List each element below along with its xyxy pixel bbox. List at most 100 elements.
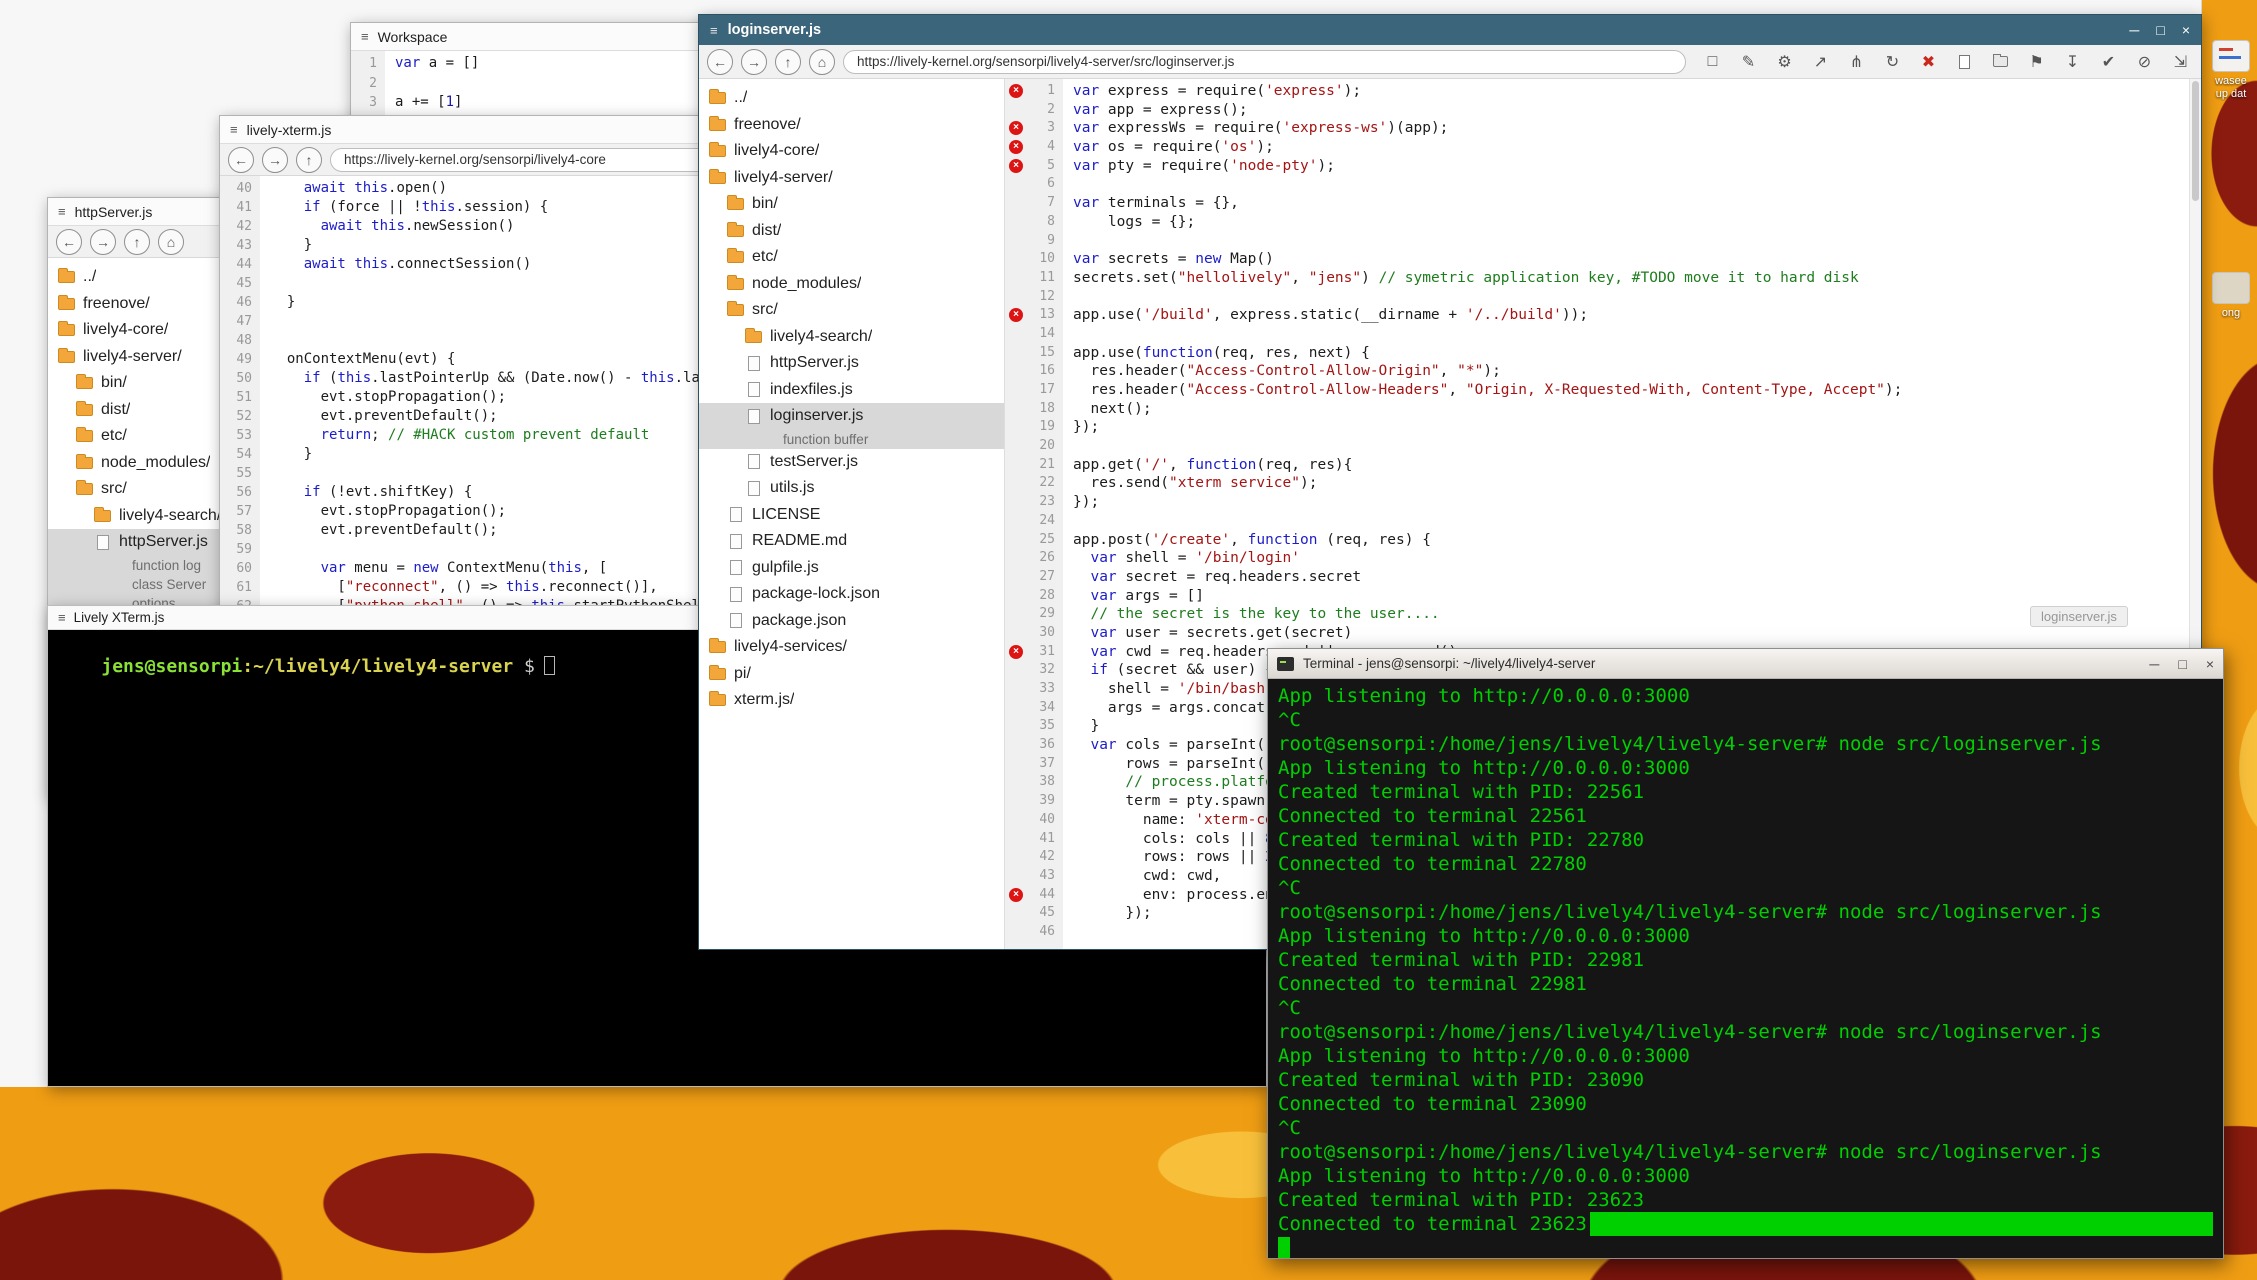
code-line[interactable]: app.use(function(req, res, next) {: [1073, 344, 2189, 363]
forward-button[interactable]: →: [90, 229, 116, 255]
up-button[interactable]: ↑: [124, 229, 150, 255]
menu-icon[interactable]: ≡: [230, 122, 238, 137]
forward-button[interactable]: →: [262, 147, 288, 173]
back-button[interactable]: ←: [56, 229, 82, 255]
code-line[interactable]: res.header("Access-Control-Allow-Headers…: [1073, 381, 2189, 400]
open-external-icon[interactable]: ↗: [1808, 49, 1833, 74]
minimize-button[interactable]: ─: [2129, 22, 2139, 38]
folder-icon[interactable]: [1988, 49, 2013, 74]
code-line[interactable]: secrets.set("hellolively", "jens") // sy…: [1073, 269, 2189, 288]
code-line[interactable]: // the secret is the key to the user....: [1073, 605, 2189, 624]
tree-item-utils.js[interactable]: utils.js: [699, 475, 1004, 502]
code-line[interactable]: [1073, 512, 2189, 531]
code-line[interactable]: res.header("Access-Control-Allow-Origin"…: [1073, 362, 2189, 381]
tree-item-etc[interactable]: etc/: [699, 244, 1004, 271]
code-line[interactable]: var app = express();: [1073, 101, 2189, 120]
code-line[interactable]: logs = {};: [1073, 213, 2189, 232]
save-icon[interactable]: ↧: [2060, 49, 2085, 74]
terminal-titlebar[interactable]: Terminal - jens@sensorpi: ~/lively4/live…: [1268, 649, 2223, 679]
tree-item-loginserver.js[interactable]: loginserver.js: [699, 403, 1004, 430]
code-line[interactable]: [1073, 232, 2189, 251]
desktop-icon-2[interactable]: ong: [2204, 272, 2257, 320]
code-line[interactable]: var os = require('os');: [1073, 138, 2189, 157]
up-button[interactable]: ↑: [775, 49, 801, 75]
tree-item-package.json[interactable]: package.json: [699, 608, 1004, 635]
tree-item-README.md[interactable]: README.md: [699, 528, 1004, 555]
tree-item-testServer.js[interactable]: testServer.js: [699, 449, 1004, 476]
sync-icon[interactable]: ↻: [1880, 49, 1905, 74]
flag-icon[interactable]: ⚑: [2024, 49, 2049, 74]
code-line[interactable]: [1073, 437, 2189, 456]
tree-item-label: freenove/: [83, 295, 150, 313]
code-line[interactable]: app.get('/', function(req, res){: [1073, 456, 2189, 475]
tree-item-xterm.js[interactable]: xterm.js/: [699, 687, 1004, 714]
code-line[interactable]: var secrets = new Map(): [1073, 250, 2189, 269]
code-line[interactable]: var shell = '/bin/login': [1073, 549, 2189, 568]
tree-subitem[interactable]: function buffer: [699, 430, 1004, 449]
tree-item-indexfiles.js[interactable]: indexfiles.js: [699, 377, 1004, 404]
up-button[interactable]: ↑: [296, 147, 322, 173]
trash-icon[interactable]: ✖: [1916, 49, 1941, 74]
tree-item-lively4-core[interactable]: lively4-core/: [699, 138, 1004, 165]
new-file-icon[interactable]: [1952, 49, 1977, 74]
code-line[interactable]: app.use('/build', express.static(__dirna…: [1073, 306, 2189, 325]
code-line[interactable]: res.send("xterm service");: [1073, 474, 2189, 493]
tree-item-lively4-services[interactable]: lively4-services/: [699, 634, 1004, 661]
terminal-output[interactable]: App listening to http://0.0.0.0:3000^Cro…: [1268, 679, 2223, 1258]
back-button[interactable]: ←: [707, 49, 733, 75]
menu-icon[interactable]: ≡: [361, 29, 369, 44]
code-line[interactable]: next();: [1073, 400, 2189, 419]
code-line[interactable]: });: [1073, 418, 2189, 437]
code-line[interactable]: var terminals = {},: [1073, 194, 2189, 213]
home-button[interactable]: ⌂: [158, 229, 184, 255]
gears-icon[interactable]: ⚙: [1772, 49, 1797, 74]
line-number: ×5: [1005, 157, 1063, 176]
home-button[interactable]: ⌂: [809, 49, 835, 75]
tree-item-node_modules[interactable]: node_modules/: [699, 271, 1004, 298]
tree-item-LICENSE[interactable]: LICENSE: [699, 502, 1004, 529]
menu-icon[interactable]: ≡: [58, 610, 66, 625]
code-line[interactable]: [1073, 288, 2189, 307]
code-line[interactable]: var args = []: [1073, 587, 2189, 606]
sitemap-icon[interactable]: ⋔: [1844, 49, 1869, 74]
menu-icon[interactable]: ≡: [710, 23, 718, 38]
minimize-button[interactable]: ─: [2149, 656, 2159, 672]
code-line[interactable]: var expressWs = require('express-ws')(ap…: [1073, 119, 2189, 138]
code-line[interactable]: var secret = req.headers.secret: [1073, 568, 2189, 587]
back-button[interactable]: ←: [228, 147, 254, 173]
line-number: 53: [220, 426, 260, 445]
code-line[interactable]: [1073, 175, 2189, 194]
tree-item-pi[interactable]: pi/: [699, 661, 1004, 688]
tree-item-freenove[interactable]: freenove/: [699, 112, 1004, 139]
code-line[interactable]: [1073, 325, 2189, 344]
code-line[interactable]: });: [1073, 493, 2189, 512]
code-line[interactable]: app.post('/create', function (req, res) …: [1073, 531, 2189, 550]
scrollbar-thumb[interactable]: [2192, 81, 2199, 201]
tree-item-bin[interactable]: bin/: [699, 191, 1004, 218]
forward-button[interactable]: →: [741, 49, 767, 75]
tree-item-lively4-server[interactable]: lively4-server/: [699, 165, 1004, 192]
code-line[interactable]: var pty = require('node-pty');: [1073, 157, 2189, 176]
cancel-icon[interactable]: ⊘: [2132, 49, 2157, 74]
url-input[interactable]: https://lively-kernel.org/sensorpi/livel…: [843, 50, 1686, 74]
tree-item-dist[interactable]: dist/: [699, 218, 1004, 245]
accept-icon[interactable]: ✔: [2096, 49, 2121, 74]
maximize-button[interactable]: □: [2178, 656, 2186, 672]
tree-item-httpServer.js[interactable]: httpServer.js: [699, 350, 1004, 377]
loginserver-titlebar[interactable]: ≡ loginserver.js ─□×: [699, 15, 2201, 45]
tree-item-gulpfile.js[interactable]: gulpfile.js: [699, 555, 1004, 582]
tree-item-src[interactable]: src/: [699, 297, 1004, 324]
fullscreen-icon[interactable]: ⇲: [2168, 49, 2193, 74]
close-button[interactable]: ×: [2206, 656, 2214, 672]
code-line[interactable]: var express = require('express');: [1073, 82, 2189, 101]
tree-item-..[interactable]: ../: [699, 85, 1004, 112]
close-button[interactable]: ×: [2182, 22, 2190, 38]
desktop-icon-1[interactable]: wasee up dat: [2204, 40, 2257, 101]
menu-icon[interactable]: ≡: [58, 204, 66, 219]
code-line[interactable]: var user = secrets.get(secret): [1073, 624, 2189, 643]
brush-icon[interactable]: ✎: [1736, 49, 1761, 74]
tree-item-lively4-search[interactable]: lively4-search/: [699, 324, 1004, 351]
select-checkbox-icon[interactable]: □: [1700, 49, 1725, 74]
maximize-button[interactable]: □: [2156, 22, 2164, 38]
tree-item-package-lock.json[interactable]: package-lock.json: [699, 581, 1004, 608]
